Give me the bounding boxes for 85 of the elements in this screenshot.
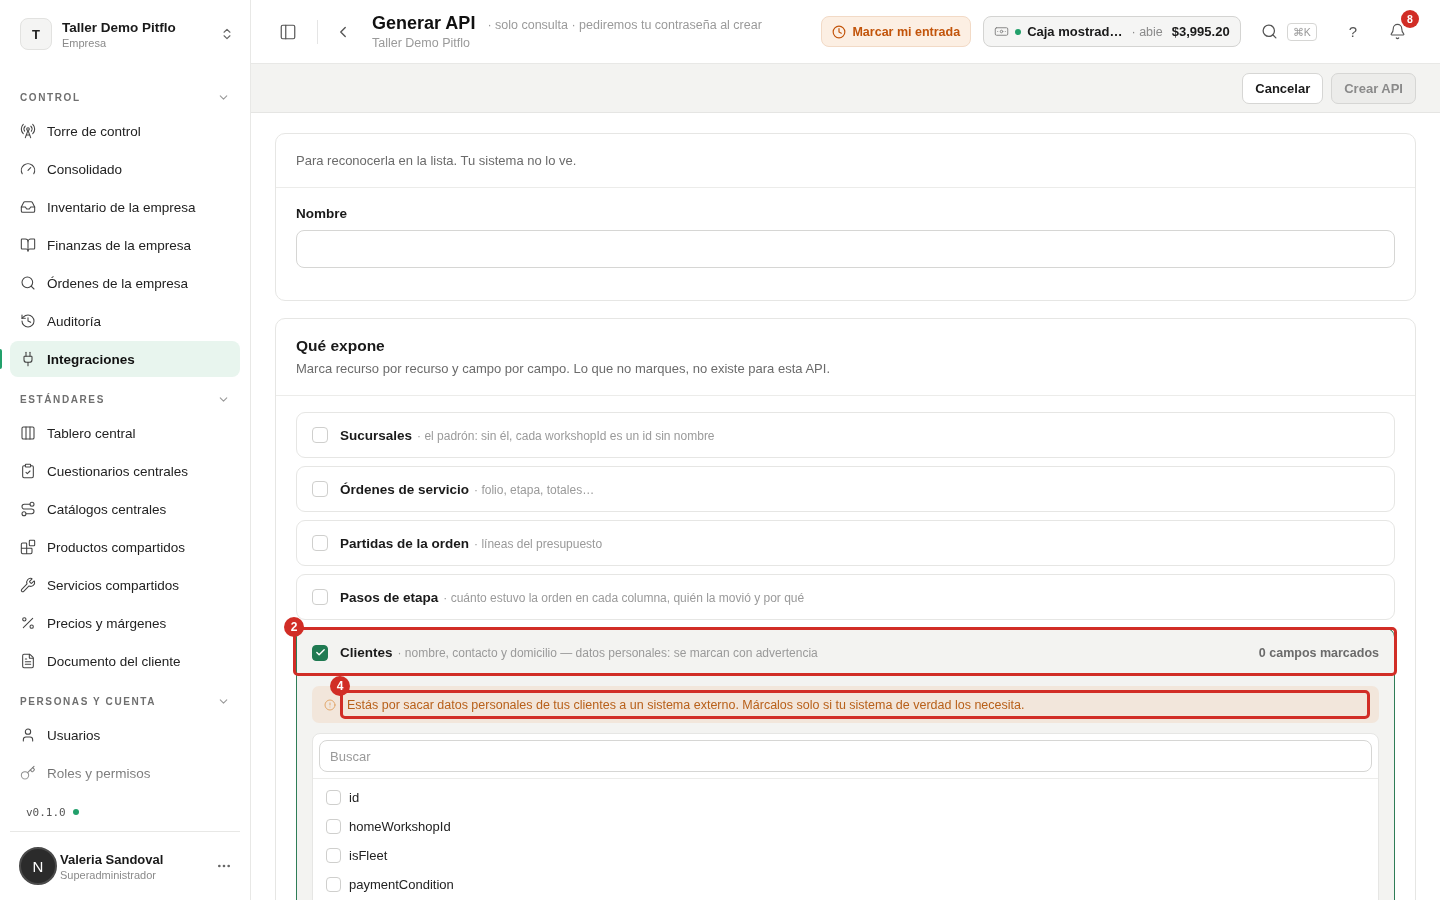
route-icon [20, 501, 36, 517]
section-toggle[interactable]: PERSONAS Y CUENTA [10, 687, 240, 715]
nav-item[interactable]: Usuarios [10, 717, 240, 753]
nav-item[interactable]: Precios y márgenes [10, 605, 240, 641]
resource-description: · nombre, contacto y domicilio — datos personales: se marcan con advertencia [397, 646, 818, 660]
shortcut-hint: ⌘K [1286, 22, 1317, 41]
search-field[interactable]: Buscar [319, 740, 1372, 772]
section-toggle[interactable]: CONTROL [10, 83, 240, 111]
secondary-action-button[interactable]: Cancelar [1242, 72, 1324, 104]
resource-name: Sucursales [340, 427, 413, 443]
resource-name: Pasos de etapa [340, 589, 439, 605]
search-button[interactable] [1260, 23, 1278, 40]
resource-description: · cuánto estuvo la orden en cada columna, quién la movió y por qué [443, 590, 805, 605]
help-button[interactable]: ? [1344, 23, 1361, 40]
workspace-avatar: T [20, 18, 52, 50]
search-icon [20, 275, 36, 291]
resource-name: Partidas de la orden [340, 535, 470, 551]
book-icon [20, 237, 36, 253]
status-dot-icon [72, 809, 79, 815]
nav-item[interactable]: Auditoría [10, 303, 240, 339]
nav-item[interactable]: Torre de control [10, 113, 240, 149]
user-icon [20, 727, 36, 743]
nav-item[interactable]: Tablero central [10, 415, 240, 451]
workspace-name: Taller Demo Pitflo [62, 19, 177, 35]
sidebar-toggle-button[interactable] [279, 22, 297, 41]
user-name: Valeria Sandoval [60, 851, 165, 867]
key-icon [20, 765, 36, 781]
history-icon [20, 313, 36, 329]
bell-icon [1389, 23, 1406, 40]
nav-item[interactable]: Finanzas de la empresa [10, 227, 240, 263]
nav-item[interactable]: Catálogos centrales [10, 491, 240, 527]
resource-name: Clientes [340, 645, 393, 660]
resource-description: · líneas del presupuesto [474, 536, 603, 551]
blocks-icon [20, 539, 36, 555]
version-label: v0.1.0 [26, 805, 66, 819]
gauge-icon [20, 161, 36, 177]
field-name: paymentCondition [349, 877, 454, 892]
resource-name: Órdenes de servicio [340, 481, 470, 497]
workspace-type: Empresa [62, 36, 108, 49]
field-name: isFleet [349, 848, 388, 863]
nav-item[interactable]: Productos compartidos [10, 529, 240, 565]
page-title: Generar API [372, 13, 476, 34]
nav-item[interactable]: Inventario de la empresa [10, 189, 240, 225]
alert-icon [324, 698, 336, 711]
marked-count: 0 campos marcados [1258, 645, 1379, 660]
nav-item[interactable]: Consolidado [10, 151, 240, 187]
annotation-marker: 2 [284, 617, 304, 637]
hint-text: Para reconocerla en la lista. Tu sistema no lo ve. [296, 153, 577, 168]
clock-icon [832, 24, 847, 39]
nav-item[interactable]: Cuestionarios centrales [10, 453, 240, 489]
clock-in-button[interactable]: Marcar mi entrada [821, 16, 972, 47]
resource-description: · el padrón: sin él, cada workshopId es un id sin nombre [417, 428, 715, 443]
percent-icon [20, 615, 36, 631]
page-subtitle: · solo consulta · pediremos tu contraseña al crear [487, 18, 762, 32]
page-context: Taller Demo Pitflo [372, 36, 471, 50]
plug-icon [20, 351, 36, 367]
nav-item[interactable]: Documento del cliente [10, 643, 240, 679]
checkbox[interactable] [312, 644, 328, 661]
panel-left-icon [279, 22, 297, 41]
antenna-icon [20, 123, 36, 139]
field-name: id [349, 790, 360, 805]
columns-icon [20, 425, 36, 441]
wrench-icon [20, 577, 36, 593]
search-icon [1260, 23, 1278, 40]
annotation-marker: 4 [330, 676, 350, 696]
nav-item[interactable]: Servicios compartidos [10, 567, 240, 603]
inbox-icon [20, 199, 36, 215]
check-icon [314, 647, 326, 658]
name-input[interactable] [296, 230, 1395, 268]
user-role: Superadministrador [60, 868, 157, 881]
clipboard-check-icon [20, 463, 36, 479]
nav-item[interactable]: Órdenes de la empresa [10, 265, 240, 301]
banknote-icon [994, 24, 1010, 39]
warning-text: Estás por sacar datos personales de tus clientes a un sistema externo. Márcalos solo si tu sistema de verdad los necesita. [347, 697, 1025, 712]
notification-count: 8 [1401, 10, 1419, 28]
user-avatar: N [19, 847, 57, 885]
field-label: Nombre [296, 206, 348, 221]
nav-item[interactable]: Roles y permisos [10, 755, 240, 791]
document-icon [20, 653, 36, 669]
field-name: homeWorkshopId [349, 819, 451, 834]
section-description: Marca recurso por recurso y campo por campo. Lo que no marques, no existe para esta API. [296, 361, 831, 376]
cash-register-button[interactable]: Caja mostrad… · abie $3,995.20 [983, 16, 1241, 47]
resource-description: · folio, etapa, totales… [474, 482, 595, 497]
section-title: Qué expone [296, 337, 386, 355]
section-toggle[interactable]: ESTÁNDARES [10, 385, 240, 413]
